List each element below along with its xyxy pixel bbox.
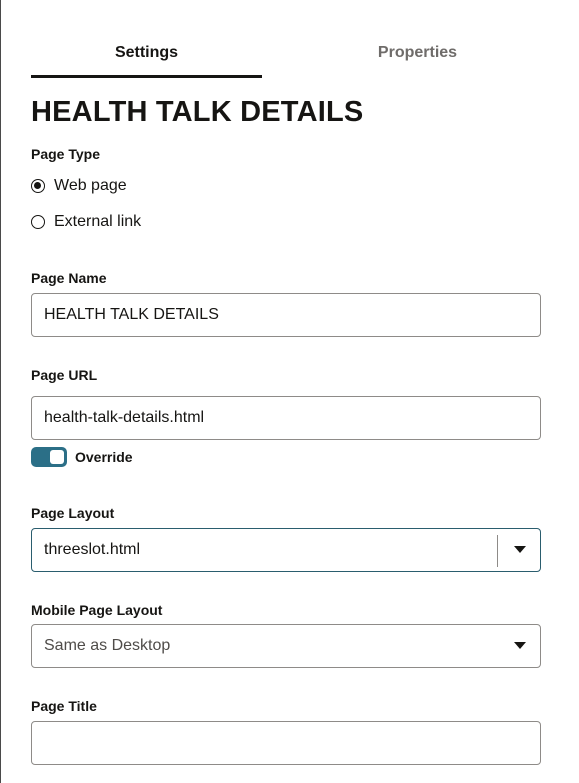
radio-external-link-label: External link [54,213,142,230]
radio-web-page[interactable]: Web page [31,176,127,196]
radio-checked-icon[interactable] [31,179,45,193]
settings-panel: Settings Properties HEALTH TALK DETAILS … [0,0,579,783]
mobile-layout-label: Mobile Page Layout [31,602,163,618]
page-name-label: Page Name [31,270,107,286]
chevron-down-icon[interactable] [514,642,526,649]
tab-properties[interactable]: Properties [302,0,533,78]
toggle-knob [50,450,64,464]
mobile-layout-select[interactable]: Same as Desktop [31,624,541,668]
page-title-label: Page Title [31,698,97,714]
chevron-down-icon[interactable] [514,546,526,553]
override-toggle[interactable] [31,447,67,467]
radio-web-page-label: Web page [54,177,127,194]
page-name-input[interactable] [31,293,541,337]
page-url-input[interactable] [31,396,541,440]
page-layout-label: Page Layout [31,505,115,521]
override-toggle-row[interactable]: Override [31,447,133,467]
radio-external-link[interactable]: External link [31,212,141,232]
page-layout-value: threeslot.html [44,541,141,558]
select-divider [497,535,498,567]
radio-unchecked-icon[interactable] [31,215,45,229]
override-label: Override [75,449,133,465]
page-url-label: Page URL [31,367,98,383]
tab-settings[interactable]: Settings [31,0,262,78]
mobile-layout-value: Same as Desktop [44,637,171,654]
page-type-label: Page Type [31,146,100,162]
page-layout-select[interactable]: threeslot.html [31,528,541,572]
page-title: HEALTH TALK DETAILS [31,96,364,128]
page-title-input[interactable] [31,721,541,765]
tab-bar: Settings Properties [31,0,541,78]
